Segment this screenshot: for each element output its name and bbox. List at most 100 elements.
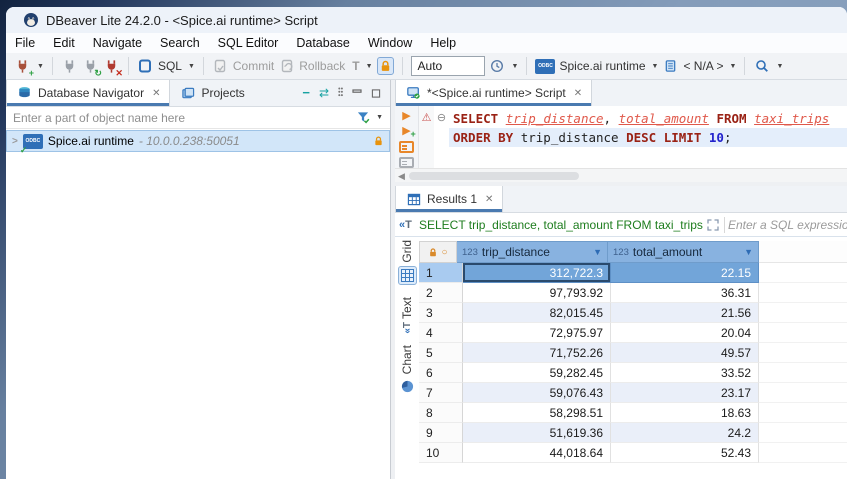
row-number[interactable]: 1 (419, 263, 463, 283)
menu-window[interactable]: Window (359, 33, 421, 53)
database-selector[interactable]: < N/A > (683, 59, 723, 73)
rollback-button: Rollback (299, 59, 345, 73)
row-number[interactable]: 6 (419, 363, 463, 383)
search-dropdown-icon[interactable]: ▼ (776, 63, 783, 70)
cell-total_amount[interactable]: 18.63 (611, 403, 759, 423)
cell-total_amount[interactable]: 22.15 (611, 263, 759, 283)
tree-item-connection[interactable]: > ODBC✓ Spice.ai runtime - 10.0.0.238:50… (6, 130, 390, 152)
editor-horizontal-scrollbar[interactable]: ◀ (395, 168, 847, 183)
connect-icon[interactable] (61, 58, 78, 75)
annotation-ruler: ⚠ (419, 106, 434, 168)
view-menu-icon[interactable] (338, 87, 343, 99)
row-number[interactable]: 5 (419, 343, 463, 363)
reconnect-icon[interactable]: ↻ (82, 58, 99, 75)
cell-trip_distance[interactable]: 71,752.26 (463, 343, 611, 363)
code-line-1[interactable]: SELECT trip_distance, total_amount FROM … (449, 109, 847, 128)
tab-results-1[interactable]: Results 1 ✕ (395, 186, 503, 212)
expander-icon[interactable]: > (12, 136, 18, 147)
history-icon[interactable] (489, 58, 506, 75)
close-icon[interactable]: ✕ (485, 194, 493, 205)
scroll-left-arrow-icon[interactable]: ◀ (398, 171, 405, 182)
search-icon[interactable] (753, 58, 770, 75)
autocommit-lock-toggle[interactable] (377, 57, 394, 75)
row-number[interactable]: 9 (419, 423, 463, 443)
cell-trip_distance[interactable]: 59,076.43 (463, 383, 611, 403)
navigator-view-tools: − ⇄ (302, 80, 390, 106)
connection-selector[interactable]: Spice.ai runtime (559, 59, 645, 73)
code-line-2[interactable]: ORDER BY trip_distance DESC LIMIT 10; (449, 128, 847, 147)
maximize-view-icon[interactable] (371, 89, 381, 98)
sql-editor-dropdown-icon[interactable]: ▼ (188, 63, 195, 70)
script-icon[interactable] (399, 157, 414, 169)
sql-editor[interactable]: ▶ ▶+ ⚠ ⊖ SELECT trip_distance, total_amo… (395, 106, 847, 168)
minimize-view-icon[interactable] (352, 89, 362, 98)
collapse-all-icon[interactable]: − (302, 88, 310, 98)
menu-edit[interactable]: Edit (44, 33, 84, 53)
menu-file[interactable]: File (6, 33, 44, 53)
menu-database[interactable]: Database (287, 33, 359, 53)
results-view-tab-text[interactable]: Text «T (400, 297, 414, 334)
cell-total_amount[interactable]: 21.56 (611, 303, 759, 323)
row-number[interactable]: 2 (419, 283, 463, 303)
tab-sql-script[interactable]: *<Spice.ai runtime> Script ✕ (395, 80, 592, 106)
cell-total_amount[interactable]: 23.17 (611, 383, 759, 403)
sql-editor-icon[interactable] (137, 58, 154, 75)
new-connection-icon[interactable]: + (14, 58, 31, 75)
transaction-dropdown-icon[interactable]: ▼ (366, 63, 373, 70)
scrollbar-thumb[interactable] (409, 172, 579, 180)
column-header-total-amount[interactable]: 123 total_amount ▼ (608, 241, 759, 263)
column-header-trip-distance[interactable]: 123 trip_distance ▼ (457, 241, 608, 263)
menu-navigate[interactable]: Navigate (84, 33, 151, 53)
new-connection-dropdown-icon[interactable]: ▼ (37, 63, 44, 70)
row-number[interactable]: 8 (419, 403, 463, 423)
cell-total_amount[interactable]: 52.43 (611, 443, 759, 463)
disconnect-icon[interactable]: ✕ (103, 58, 120, 75)
close-icon[interactable]: ✕ (574, 88, 582, 99)
tab-database-navigator[interactable]: Database Navigator ✕ (6, 80, 170, 106)
cell-trip_distance[interactable]: 312,722.3 (463, 263, 611, 283)
menu-help[interactable]: Help (421, 33, 465, 53)
results-view-tab-grid[interactable]: Grid (398, 240, 417, 285)
transaction-mode-icon[interactable]: T (352, 59, 359, 73)
row-number[interactable]: 4 (419, 323, 463, 343)
code-area[interactable]: SELECT trip_distance, total_amount FROM … (449, 106, 847, 168)
connection-dropdown-icon[interactable]: ▼ (652, 63, 659, 70)
sql-editor-label[interactable]: SQL (158, 59, 182, 73)
row-number[interactable]: 7 (419, 383, 463, 403)
history-dropdown-icon[interactable]: ▼ (512, 63, 519, 70)
execute-new-tab-icon[interactable]: ▶+ (402, 126, 410, 137)
cell-total_amount[interactable]: 49.57 (611, 343, 759, 363)
menu-sql-editor[interactable]: SQL Editor (209, 33, 288, 53)
database-dropdown-icon[interactable]: ▼ (730, 63, 737, 70)
cell-trip_distance[interactable]: 72,975.97 (463, 323, 611, 343)
row-number[interactable]: 3 (419, 303, 463, 323)
row-number[interactable]: 10 (419, 443, 463, 463)
cell-trip_distance[interactable]: 59,282.45 (463, 363, 611, 383)
cell-trip_distance[interactable]: 58,298.51 (463, 403, 611, 423)
autocommit-select[interactable]: Auto (411, 56, 485, 76)
results-filter-bar[interactable]: «T SELECT trip_distance, total_amount FR… (395, 213, 847, 237)
execute-script-icon[interactable] (399, 141, 414, 153)
cell-total_amount[interactable]: 20.04 (611, 323, 759, 343)
cell-trip_distance[interactable]: 44,018.64 (463, 443, 611, 463)
results-view-tab-chart[interactable]: Chart (399, 345, 416, 394)
execute-statement-icon[interactable]: ▶ (402, 111, 410, 122)
menu-search[interactable]: Search (151, 33, 209, 53)
sort-descending-icon[interactable]: ▼ (744, 247, 753, 257)
cell-total_amount[interactable]: 24.2 (611, 423, 759, 443)
sort-descending-icon[interactable]: ▼ (593, 247, 602, 257)
cell-total_amount[interactable]: 33.52 (611, 363, 759, 383)
cell-trip_distance[interactable]: 51,619.36 (463, 423, 611, 443)
grid-corner-cell[interactable]: ○ (419, 241, 457, 263)
fold-collapse-icon[interactable]: ⊖ (434, 109, 449, 128)
object-filter-input[interactable]: Enter a part of object name here ▼ (6, 107, 390, 129)
cell-trip_distance[interactable]: 97,793.92 (463, 283, 611, 303)
expand-filter-icon[interactable] (704, 216, 721, 233)
close-icon[interactable]: ✕ (152, 88, 160, 99)
cell-trip_distance[interactable]: 82,015.45 (463, 303, 611, 323)
cell-total_amount[interactable]: 36.31 (611, 283, 759, 303)
filter-funnel-icon[interactable] (354, 109, 371, 126)
link-with-editor-icon[interactable]: ⇄ (319, 86, 329, 100)
tab-projects[interactable]: Projects (170, 80, 253, 106)
filter-dropdown-icon[interactable]: ▼ (376, 114, 383, 121)
